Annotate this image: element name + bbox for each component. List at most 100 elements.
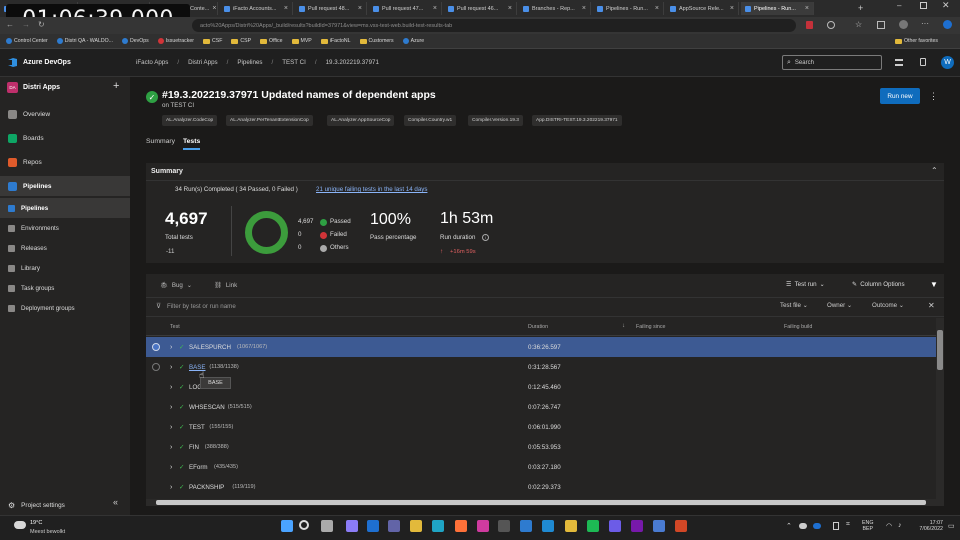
browser-tab[interactable]: Pipelines - Run... × xyxy=(593,2,664,15)
sidebar-item-pipelines[interactable]: Pipelines xyxy=(0,198,130,218)
edge-copilot-icon[interactable] xyxy=(943,20,952,29)
chat-icon[interactable] xyxy=(346,520,358,532)
browser-menu-icon[interactable]: ··· xyxy=(921,19,929,28)
collections-icon[interactable] xyxy=(877,21,885,29)
sidebar-item-pipelines[interactable]: Pipelines xyxy=(0,176,130,196)
weather-text[interactable]: Meest bewolkt xyxy=(30,529,65,535)
bookmark-item[interactable]: Issuetracker xyxy=(157,38,194,44)
test-name[interactable]: FIN xyxy=(189,444,199,451)
close-window-button[interactable]: ✕ xyxy=(942,0,950,11)
search-icon[interactable] xyxy=(299,520,309,530)
bookmark-item[interactable]: Distri QA - WALDO... xyxy=(56,38,113,44)
test-file-filter[interactable]: Test file ⌄ xyxy=(780,302,808,309)
clear-filter-icon[interactable]: ✕ xyxy=(928,301,935,310)
breadcrumb-item[interactable]: Pipelines xyxy=(237,59,262,66)
sidebar-item-overview[interactable]: Overview xyxy=(0,104,130,124)
favorites-star-icon[interactable]: ☆ xyxy=(855,20,862,29)
shopping-bag-icon[interactable] xyxy=(920,58,926,66)
spotify-icon[interactable] xyxy=(587,520,599,532)
test-name[interactable]: SALESPURCH xyxy=(189,344,231,351)
new-tab-button[interactable]: + xyxy=(858,3,863,13)
vertical-scrollbar-thumb[interactable] xyxy=(937,330,943,370)
collapse-sidebar-icon[interactable]: « xyxy=(113,497,118,507)
breadcrumb-item[interactable]: 19.3.202219.37971 xyxy=(326,59,379,66)
extension-icon[interactable] xyxy=(806,21,813,29)
project-settings[interactable]: ⚙ Project settings xyxy=(0,495,130,515)
add-icon[interactable]: + xyxy=(113,80,119,92)
table-row[interactable]: ›✓LOGI7/377)0:12:45.460 xyxy=(146,377,936,397)
wifi-icon[interactable]: ◠ xyxy=(886,522,892,530)
folder-icon[interactable] xyxy=(565,520,577,532)
test-name[interactable]: WHSESCAN xyxy=(189,404,225,411)
column-header-failing-since[interactable]: Failing since xyxy=(636,324,665,330)
browser-tab[interactable]: Pull request 48... × xyxy=(295,2,367,15)
close-tab-icon[interactable]: × xyxy=(730,5,734,12)
tab-tests[interactable]: Tests xyxy=(183,138,201,150)
breadcrumb-item[interactable]: iFacto Apps xyxy=(136,59,168,66)
bookmark-item[interactable]: Customers xyxy=(359,38,394,44)
run-new-button[interactable]: Run new xyxy=(880,88,920,104)
table-row[interactable]: › ✓ BASE (1138/1138) 0:31:28.567 xyxy=(146,357,936,377)
clock[interactable]: 17:07 7/06/2022 xyxy=(911,520,943,532)
test-name[interactable]: EForm xyxy=(189,464,208,471)
terminal-icon[interactable] xyxy=(498,520,510,532)
user-avatar[interactable]: W xyxy=(941,56,954,69)
owner-filter[interactable]: Owner ⌄ xyxy=(827,302,852,309)
bookmark-item[interactable]: Azure xyxy=(402,38,424,44)
table-row[interactable]: › ✓ SALESPURCH (1067/1067) 0:36:26.597 xyxy=(146,337,936,357)
sidebar-item-boards[interactable]: Boards xyxy=(0,128,130,148)
browser-tab[interactable]: Pipelines - Run... × xyxy=(741,2,814,15)
close-tab-icon[interactable]: × xyxy=(805,5,809,12)
extension-icon[interactable] xyxy=(827,21,835,29)
chevron-right-icon[interactable]: › xyxy=(170,464,172,471)
sidebar-item-library[interactable]: Library xyxy=(0,258,130,278)
minimize-button[interactable]: – xyxy=(897,1,901,10)
task-view-icon[interactable] xyxy=(321,520,333,532)
azure-devops-brand[interactable]: Azure DevOps xyxy=(23,59,71,66)
sidebar-item-repos[interactable]: Repos xyxy=(0,152,130,172)
close-tab-icon[interactable]: × xyxy=(284,5,288,12)
browser-tab[interactable]: AppSource Rele... × xyxy=(666,2,739,15)
summary-header[interactable] xyxy=(146,163,944,181)
chevron-right-icon[interactable]: › xyxy=(170,404,172,411)
close-tab-icon[interactable]: × xyxy=(433,5,437,12)
search-box[interactable]: ⌕ Search xyxy=(782,55,882,70)
other-favorites-folder[interactable]: Other favorites xyxy=(895,38,938,44)
maximize-button[interactable] xyxy=(920,2,927,9)
bookmark-item[interactable]: CSP xyxy=(231,38,251,44)
table-row[interactable]: › ✓ EForm (435/435) 0:03:27.180 xyxy=(146,457,936,477)
close-tab-icon[interactable]: × xyxy=(508,5,512,12)
windows-start-icon[interactable] xyxy=(281,520,293,532)
column-header-test[interactable]: Test xyxy=(170,324,180,330)
back-icon[interactable]: ← xyxy=(6,20,14,29)
breadcrumb-item[interactable]: TEST CI xyxy=(282,59,306,66)
notes-icon[interactable] xyxy=(609,520,621,532)
browser-tab[interactable]: iFacto Accounts... × xyxy=(220,2,293,15)
url-input[interactable]: acto%20Apps/Distri%20Apps/_build/results… xyxy=(192,19,796,32)
teams-icon[interactable] xyxy=(388,520,400,532)
sidebar-item-releases[interactable]: Releases xyxy=(0,238,130,258)
failing-tests-link[interactable]: 21 unique failing tests in the last 14 d… xyxy=(316,186,427,193)
onedrive-cloud-icon[interactable] xyxy=(799,523,807,529)
azure-devops-logo-icon[interactable] xyxy=(7,57,18,68)
chevron-up-icon[interactable]: ⌃ xyxy=(786,522,792,530)
weather-temp[interactable]: 19°C xyxy=(30,520,42,526)
notification-icon[interactable]: ▭ xyxy=(948,522,955,530)
bookmark-item[interactable]: Office xyxy=(260,38,283,44)
chevron-right-icon[interactable]: › xyxy=(170,444,172,451)
firefox-icon[interactable] xyxy=(455,520,467,532)
test-name[interactable]: PACKNSHIP xyxy=(189,484,224,491)
close-tab-icon[interactable]: × xyxy=(655,5,659,12)
sort-down-icon[interactable]: ↓ xyxy=(622,323,625,329)
test-run-dropdown[interactable]: ☰ Test run ⌄ xyxy=(786,281,825,288)
close-tab-icon[interactable]: × xyxy=(358,5,362,12)
sidebar-item-deployment-groups[interactable]: Deployment groups xyxy=(0,298,130,318)
project-name[interactable]: Distri Apps xyxy=(23,84,60,91)
chevron-right-icon[interactable]: › xyxy=(170,484,172,491)
close-tab-icon[interactable]: × xyxy=(582,5,586,12)
sidebar-item-task-groups[interactable]: Task groups xyxy=(0,278,130,298)
snipping-tool-icon[interactable] xyxy=(477,520,489,532)
bookmark-item[interactable]: CSF xyxy=(202,38,222,44)
column-header-failing-build[interactable]: Failing build xyxy=(784,324,812,330)
file-explorer-icon[interactable] xyxy=(410,520,422,532)
